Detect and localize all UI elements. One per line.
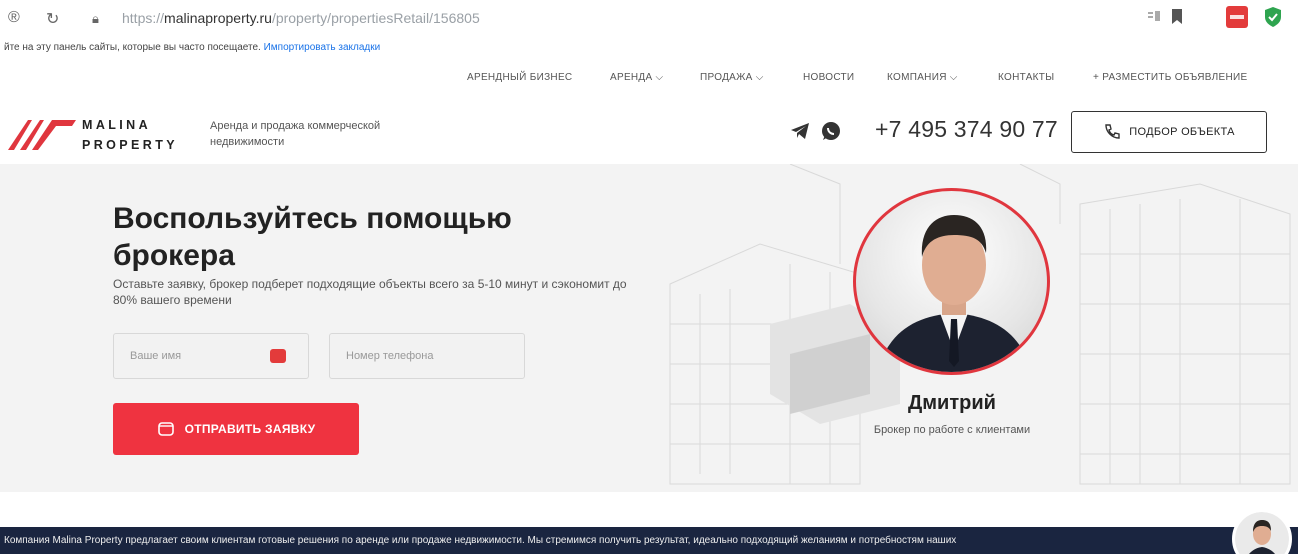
- url-domain: malinaproperty.ru: [164, 10, 272, 26]
- phone-icon: [1105, 124, 1120, 139]
- nav-sale[interactable]: ПРОДАЖА ⌵: [700, 72, 764, 83]
- nav-rent[interactable]: АРЕНДА ⌵: [610, 72, 663, 83]
- name-input-placeholder: Ваше имя: [130, 350, 182, 362]
- malina-logo-icon[interactable]: [6, 112, 78, 152]
- url-field[interactable]: https://malinaproperty.ru/property/prope…: [122, 10, 480, 26]
- reload-icon[interactable]: ↻: [46, 9, 59, 29]
- brand-tagline: Аренда и продажа коммерческой недвижимос…: [210, 120, 381, 148]
- phone-input-placeholder: Номер телефона: [346, 350, 434, 362]
- submit-request-label: ОТПРАВИТЬ ЗАЯВКУ: [184, 422, 316, 436]
- hero-title: Воспользуйтесь помощью брокера: [113, 202, 512, 272]
- import-bookmarks-link[interactable]: Импортировать закладки: [264, 42, 381, 53]
- pick-object-label: ПОДБОР ОБЪЕКТА: [1129, 126, 1235, 138]
- bookmarks-hint-text: йте на эту панель сайты, которые вы част…: [4, 42, 261, 53]
- brand-name-line2: PROPERTY: [82, 138, 178, 152]
- chat-broker-photo: [1235, 512, 1289, 554]
- lock-icon[interactable]: 🔒︎: [92, 11, 99, 27]
- brand-name-line1: MALINA: [82, 118, 152, 132]
- name-input[interactable]: Ваше имя: [113, 333, 309, 379]
- site-top-nav: АРЕНДНЫЙ БИЗНЕС АРЕНДА ⌵ ПРОДАЖА ⌵ НОВОС…: [0, 72, 1298, 94]
- reader-list-icon[interactable]: [1146, 8, 1162, 24]
- broker-photo: [877, 215, 1033, 372]
- phone-input[interactable]: Номер телефона: [329, 333, 525, 379]
- pick-object-button[interactable]: ПОДБОР ОБЪЕКТА: [1071, 111, 1267, 153]
- bookmark-icon[interactable]: [1170, 8, 1184, 26]
- telegram-icon[interactable]: [790, 122, 810, 140]
- about-company-strip: Компания Malina Property предлагает свои…: [0, 527, 1298, 554]
- broker-name: Дмитрий: [908, 392, 996, 414]
- broker-role: Брокер по работе с клиентами: [873, 424, 1031, 436]
- whatsapp-icon[interactable]: [820, 120, 842, 142]
- autofill-icon[interactable]: [270, 349, 286, 363]
- shield-icon[interactable]: [1264, 6, 1282, 28]
- nav-company[interactable]: КОМПАНИЯ ⌵: [887, 72, 958, 83]
- phone-number[interactable]: +7 495 374 90 77: [875, 116, 1058, 143]
- submit-request-button[interactable]: ОТПРАВИТЬ ЗАЯВКУ: [113, 403, 359, 455]
- nav-contacts[interactable]: КОНТАКТЫ: [998, 72, 1054, 83]
- nav-post-ad[interactable]: + РАЗМЕСТИТЬ ОБЪЯВЛЕНИЕ: [1093, 72, 1247, 83]
- url-path: /property/propertiesRetail/156805: [271, 10, 480, 26]
- extension-red-icon[interactable]: [1226, 6, 1248, 28]
- nav-news[interactable]: НОВОСТИ: [803, 72, 854, 83]
- broker-avatar: [853, 188, 1050, 375]
- url-prefix: https://: [122, 10, 165, 26]
- bookmarks-bar-hint: йте на эту панель сайты, которые вы част…: [0, 38, 1298, 58]
- chat-widget-avatar[interactable]: [1232, 509, 1292, 554]
- message-icon: [157, 422, 174, 436]
- reader-mode-icon[interactable]: ®: [8, 9, 20, 27]
- hero-subtitle: Оставьте заявку, брокер подберет подходя…: [113, 277, 627, 307]
- nav-rental-business[interactable]: АРЕНДНЫЙ БИЗНЕС: [467, 72, 572, 83]
- browser-address-bar: ® ↻ 🔒︎ https://malinaproperty.ru/propert…: [0, 0, 1298, 38]
